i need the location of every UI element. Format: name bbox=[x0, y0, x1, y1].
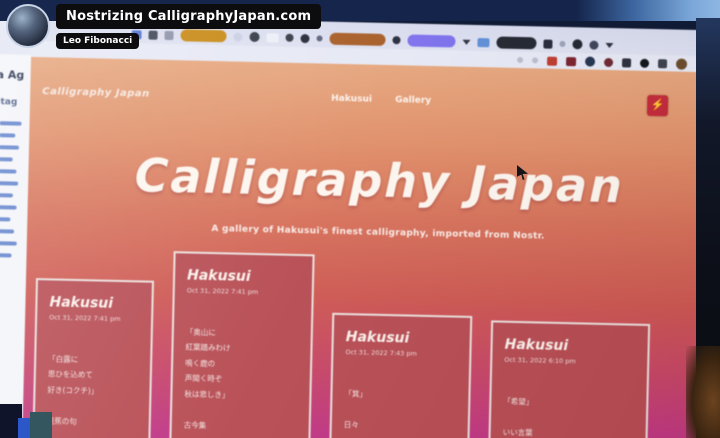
dot-icon[interactable] bbox=[392, 36, 401, 45]
favicon-slate[interactable] bbox=[657, 58, 668, 68]
stop-icon[interactable] bbox=[543, 39, 553, 49]
bezel-reflection bbox=[686, 346, 720, 438]
card-attribution: 日々 bbox=[343, 420, 359, 430]
record-icon[interactable] bbox=[572, 39, 583, 50]
poem-line: 声聞く時ぞ bbox=[184, 373, 223, 384]
caret-icon[interactable] bbox=[605, 42, 614, 48]
video-overlay-text: Nostrizing CalligraphyJapan.com Leo Fibo… bbox=[56, 4, 322, 49]
card-author: Hakusui bbox=[345, 329, 410, 347]
extension-pill-purple[interactable] bbox=[407, 34, 456, 48]
card-poem: 「奥山に 紅葉踏みわけ 鳴く鹿の 声聞く時ぞ 秋は悲しき」 bbox=[184, 324, 299, 403]
link-dash bbox=[0, 253, 12, 258]
card-author: Hakusui bbox=[504, 336, 569, 355]
link-dash bbox=[0, 157, 13, 162]
favicon-dot[interactable] bbox=[517, 56, 524, 64]
app-icon-blue[interactable] bbox=[477, 37, 490, 47]
poem-line: 秋は悲しき」 bbox=[184, 388, 230, 399]
card-poem: 「箕」 bbox=[344, 386, 456, 404]
card-author: Hakusui bbox=[186, 267, 251, 285]
link-dash bbox=[0, 217, 11, 222]
favicon-maroon[interactable] bbox=[565, 56, 577, 66]
link-dash bbox=[0, 181, 19, 186]
video-overlay: Nostrizing CalligraphyJapan.com Leo Fibo… bbox=[6, 4, 322, 49]
dot-icon[interactable] bbox=[559, 40, 566, 48]
poem-line: 「希望」 bbox=[503, 396, 534, 407]
webpage: Calligraphy Japan Hakusui Gallery ⚡ Call… bbox=[21, 56, 720, 438]
card-poem: 「白露に 思ひを込めて 好き(コクチ)」 bbox=[47, 351, 138, 399]
photo-of-monitor: a Ag Stag Calligraphy Japan Hakusui Gall… bbox=[0, 0, 720, 438]
link-dash bbox=[0, 193, 13, 198]
cards-row: Hakusui Oct 31, 2022 7:41 pm 「白露に 思ひを込めて 好き(… bbox=[21, 230, 720, 438]
card-date: Oct 31, 2022 7:41 pm bbox=[49, 313, 121, 323]
nav-hakusui[interactable]: Hakusui bbox=[331, 93, 372, 104]
link-dash bbox=[0, 169, 17, 174]
favicon-dot[interactable] bbox=[532, 57, 539, 64]
bookmark-icon-row bbox=[517, 54, 688, 70]
favicon-dark[interactable] bbox=[621, 57, 632, 68]
poem-line: 思ひを込めて bbox=[47, 369, 93, 380]
card-attribution: 芭蕉の句 bbox=[46, 416, 77, 427]
card-date: Oct 31, 2022 7:43 pm bbox=[345, 348, 417, 358]
screen: a Ag Stag Calligraphy Japan Hakusui Gall… bbox=[0, 14, 720, 438]
page-title: Calligraphy Japan bbox=[134, 148, 625, 214]
link-dash bbox=[0, 121, 22, 126]
channel-name: Leo Fibonacci bbox=[56, 33, 140, 49]
avatar[interactable] bbox=[6, 4, 50, 48]
card-date: Oct 31, 2022 6:10 pm bbox=[504, 355, 576, 366]
favicon-black[interactable] bbox=[639, 58, 650, 68]
poem-line: 「箕」 bbox=[344, 389, 368, 399]
browser-window: Calligraphy Japan Hakusui Gallery ⚡ Call… bbox=[21, 14, 720, 438]
link-dash bbox=[0, 133, 16, 138]
video-title: Nostrizing CalligraphyJapan.com bbox=[56, 4, 322, 29]
caret-icon[interactable] bbox=[462, 39, 471, 45]
bottom-left-desktop-fragment bbox=[30, 412, 52, 438]
search-pill-dark[interactable] bbox=[496, 36, 537, 50]
site-nav: Hakusui Gallery bbox=[30, 86, 720, 112]
favicon-darkred[interactable] bbox=[603, 57, 614, 67]
link-dash bbox=[0, 205, 17, 210]
link-dash bbox=[0, 145, 20, 150]
favicon-red[interactable] bbox=[546, 56, 558, 66]
link-dash bbox=[0, 241, 17, 246]
poem-line: 好き(コクチ)」 bbox=[47, 385, 99, 396]
reload-icon[interactable] bbox=[589, 40, 599, 50]
favicon-navy[interactable] bbox=[584, 56, 596, 67]
calligraphy-card[interactable]: Hakusui Oct 31, 2022 6:10 pm 「希望」いい言葉 bbox=[483, 320, 651, 438]
bookmark-pill-brown[interactable] bbox=[329, 32, 386, 46]
card-attribution: いい言葉 bbox=[502, 428, 533, 438]
link-dash bbox=[0, 229, 15, 234]
calligraphy-card[interactable]: Hakusui Oct 31, 2022 7:43 pm 「箕」日々 bbox=[324, 312, 473, 438]
favicon-brown[interactable] bbox=[675, 58, 688, 70]
card-date: Oct 31, 2022 7:41 pm bbox=[186, 286, 259, 297]
nav-gallery[interactable]: Gallery bbox=[395, 95, 431, 106]
calligraphy-card[interactable]: Hakusui Oct 31, 2022 7:41 pm 「奥山に 紅葉踏みわけ 鳴く鹿… bbox=[165, 251, 315, 438]
card-author: Hakusui bbox=[49, 294, 114, 312]
card-poem: 「希望」 bbox=[503, 394, 634, 412]
card-attribution: 古今集 bbox=[183, 420, 207, 430]
